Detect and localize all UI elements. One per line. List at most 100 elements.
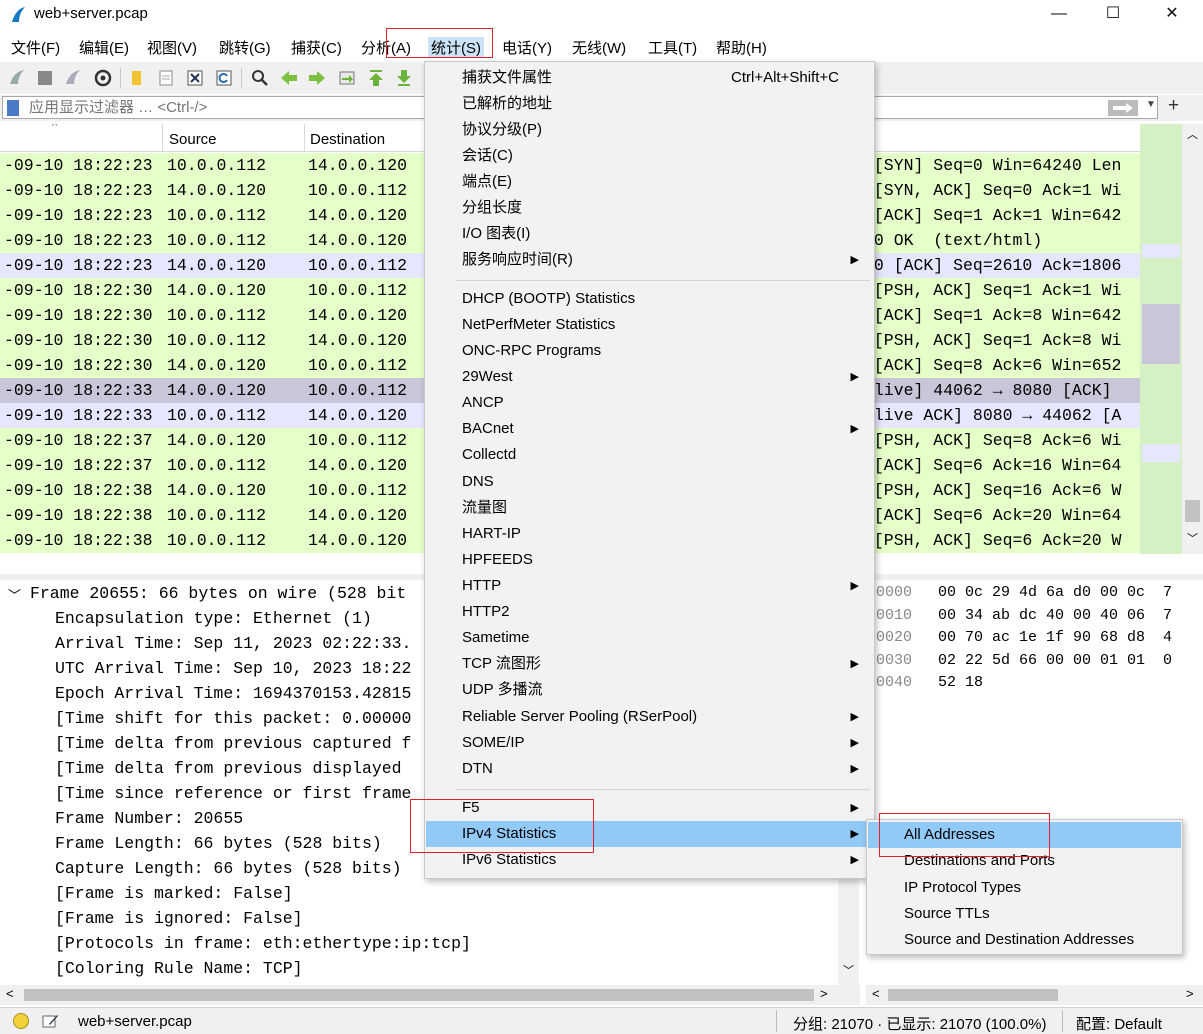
add-filter-button-icon[interactable]: + [1168, 95, 1179, 117]
packet-minimap[interactable] [1140, 124, 1182, 554]
go-back-icon[interactable] [279, 68, 299, 88]
detail-line[interactable]: [Time shift for this packet: 0.00000 [55, 706, 411, 731]
stats-menu-item[interactable]: ANCP [426, 390, 873, 416]
stats-menu-item[interactable]: 29West ▶ [426, 364, 873, 390]
stats-menu-item[interactable]: 端点(E) [426, 169, 873, 195]
filter-bookmark-icon[interactable] [7, 100, 19, 116]
menu-capture[interactable]: 捕获(C) [288, 37, 345, 58]
stats-menu-item[interactable]: 分组长度 [426, 195, 873, 221]
minimize-button[interactable]: — [1036, 0, 1082, 30]
go-first-icon[interactable] [366, 68, 386, 88]
stats-menu-item[interactable]: HTTP ▶ [426, 573, 873, 599]
detail-line[interactable]: [Coloring Rule Name: TCP] [55, 956, 303, 981]
packet-list-vertical-scrollbar[interactable]: ︿ ﹀ [1182, 124, 1203, 554]
detail-line[interactable]: Capture Length: 66 bytes (528 bits) [55, 856, 402, 881]
stats-menu-item[interactable]: HPFEEDS [426, 547, 873, 573]
ipv4-submenu-item[interactable]: Source TTLs [868, 901, 1181, 927]
detail-line[interactable]: Frame Length: 66 bytes (528 bits) [55, 831, 382, 856]
status-profile[interactable]: 配置: Default [1076, 1013, 1162, 1034]
byte-hex-row[interactable]: 00 0c 29 4d 6a d0 00 0c 7 [938, 584, 1172, 601]
detail-line[interactable]: UTC Arrival Time: Sep 10, 2023 18:22 [55, 656, 411, 681]
menu-file[interactable]: 文件(F) [8, 37, 63, 58]
stats-menu-item[interactable]: UDP 多播流 [426, 677, 873, 703]
column-header-source[interactable]: Source [169, 131, 217, 148]
menu-tools[interactable]: 工具(T) [645, 37, 700, 58]
stop-capture-icon[interactable] [35, 68, 55, 88]
detail-line[interactable]: Epoch Arrival Time: 1694370153.42815 [55, 681, 411, 706]
scroll-up-icon[interactable]: ︿ [1187, 126, 1198, 142]
packet-cell-time: -09-10 18:22:23 [4, 231, 153, 250]
capture-comment-icon[interactable] [41, 1012, 59, 1030]
close-file-icon[interactable] [185, 68, 205, 88]
apply-filter-arrow-icon[interactable] [1108, 100, 1138, 116]
restart-capture-icon[interactable] [63, 68, 83, 88]
maximize-button[interactable]: ☐ [1090, 0, 1136, 30]
stats-menu-item[interactable]: BACnet ▶ [426, 416, 873, 442]
save-file-icon[interactable] [156, 68, 176, 88]
menu-go[interactable]: 跳转(G) [216, 37, 274, 58]
stats-menu-item[interactable]: 服务响应时间(R) ▶ [426, 247, 873, 273]
stats-menu-item[interactable]: ONC-RPC Programs [426, 338, 873, 364]
scroll-right-icon[interactable]: > [820, 986, 828, 1001]
byte-hex-row[interactable]: 52 18 [938, 674, 983, 691]
stats-menu-item[interactable]: 流量图 [426, 495, 873, 521]
reload-file-icon[interactable] [214, 68, 234, 88]
stats-menu-item[interactable]: Sametime [426, 625, 873, 651]
menu-edit[interactable]: 编辑(E) [76, 37, 132, 58]
filter-history-dropdown-icon[interactable]: ▼ [1146, 99, 1156, 110]
detail-line[interactable]: Encapsulation type: Ethernet (1) [55, 606, 372, 631]
stats-menu-item[interactable]: TCP 流图形 ▶ [426, 651, 873, 677]
stats-menu-item[interactable]: DNS [426, 469, 873, 495]
stats-menu-item[interactable]: I/O 图表(I) [426, 221, 873, 247]
stats-menu-item[interactable]: HTTP2 [426, 599, 873, 625]
stats-menu-item[interactable]: DHCP (BOOTP) Statistics [426, 286, 873, 312]
start-capture-icon[interactable] [7, 68, 27, 88]
scroll-down-icon[interactable]: ﹀ [843, 962, 854, 978]
expert-info-indicator-icon[interactable] [13, 1013, 29, 1029]
stats-menu-item[interactable]: HART-IP [426, 521, 873, 547]
menu-item-label: Source and Destination Addresses [904, 931, 1135, 949]
stats-menu-item[interactable]: Collectd [426, 442, 873, 468]
go-forward-icon[interactable] [307, 68, 327, 88]
details-horizontal-scrollbar[interactable]: < > [0, 985, 860, 1005]
menu-help[interactable]: 帮助(H) [713, 37, 770, 58]
detail-line[interactable]: [Protocols in frame: eth:ethertype:ip:tc… [55, 931, 471, 956]
stats-menu-item[interactable]: DTN ▶ [426, 756, 873, 782]
detail-line[interactable]: [Frame is ignored: False] [55, 906, 303, 931]
stats-menu-item[interactable]: 已解析的地址 [426, 91, 873, 117]
menu-telephony[interactable]: 电话(Y) [499, 37, 555, 58]
scroll-left-icon[interactable]: < [6, 986, 14, 1001]
scroll-right-icon[interactable]: > [1186, 986, 1194, 1001]
detail-line[interactable]: [Time delta from previous displayed [55, 756, 402, 781]
ipv4-submenu-item[interactable]: IP Protocol Types [868, 875, 1181, 901]
stats-menu-item[interactable]: 捕获文件属性 Ctrl+Alt+Shift+C [426, 65, 873, 91]
find-packet-icon[interactable] [250, 68, 270, 88]
stats-menu-item[interactable]: 会话(C) [426, 143, 873, 169]
detail-line[interactable]: Frame Number: 20655 [55, 806, 243, 831]
stats-menu-item[interactable]: NetPerfMeter Statistics [426, 312, 873, 338]
stats-menu-item[interactable]: SOME/IP ▶ [426, 730, 873, 756]
close-button[interactable]: ✕ [1149, 0, 1195, 30]
stats-menu-item[interactable]: 协议分级(P) [426, 117, 873, 143]
ipv4-submenu-item[interactable]: Source and Destination Addresses [868, 927, 1181, 953]
menu-wireless[interactable]: 无线(W) [569, 37, 629, 58]
byte-hex-row[interactable]: 02 22 5d 66 00 00 01 01 0 [938, 652, 1172, 669]
byte-hex-row[interactable]: 00 70 ac 1e 1f 90 68 d8 4 [938, 629, 1172, 646]
bytes-horizontal-scrollbar[interactable]: < > [866, 985, 1203, 1005]
detail-line[interactable]: [Time delta from previous captured f [55, 731, 411, 756]
capture-options-icon[interactable] [93, 68, 113, 88]
open-file-icon[interactable] [128, 68, 148, 88]
stats-menu-item[interactable]: Reliable Server Pooling (RSerPool) ▶ [426, 704, 873, 730]
detail-line[interactable]: [Frame is marked: False] [55, 881, 293, 906]
detail-line[interactable]: Arrival Time: Sep 11, 2023 02:22:33. [55, 631, 411, 656]
go-last-icon[interactable] [394, 68, 414, 88]
detail-line[interactable]: [Time since reference or first frame [55, 781, 411, 806]
byte-hex-row[interactable]: 00 34 ab dc 40 00 40 06 7 [938, 607, 1172, 624]
column-header-destination[interactable]: Destination [310, 131, 385, 148]
packet-cell-dst: 14.0.0.120 [308, 231, 408, 250]
menu-view[interactable]: 视图(V) [144, 37, 200, 58]
scroll-down-icon[interactable]: ﹀ [1187, 530, 1198, 546]
go-to-packet-icon[interactable] [337, 68, 357, 88]
detail-frame-summary[interactable]: Frame 20655: 66 bytes on wire (528 bit [30, 581, 406, 606]
scroll-left-icon[interactable]: < [872, 986, 880, 1001]
